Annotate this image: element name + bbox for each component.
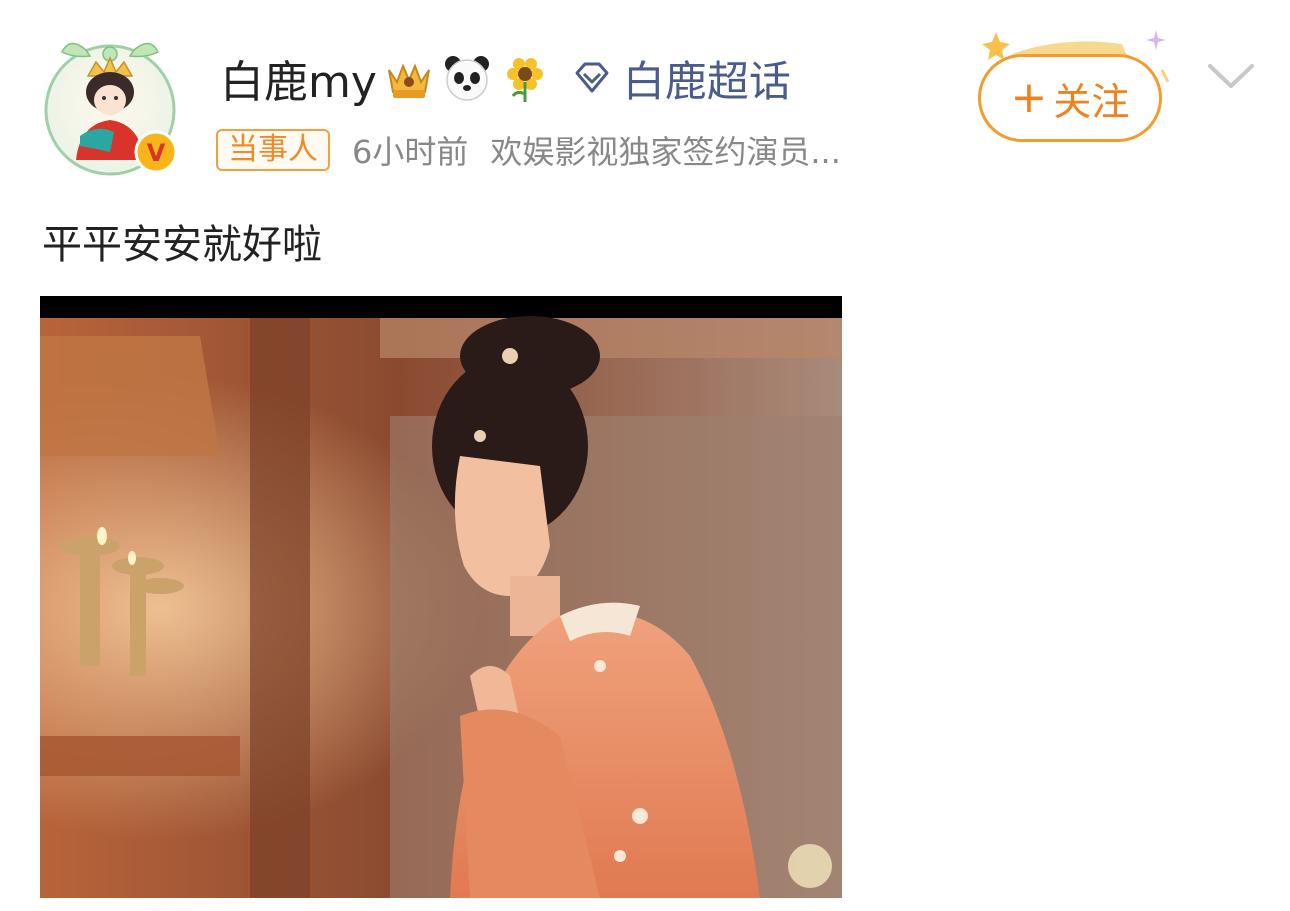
post-text: 平平安安就好啦 (42, 222, 322, 268)
post-time: 6小时前 (352, 133, 469, 171)
photo-woman-praying (40, 296, 842, 898)
name-row: 白鹿my 白鹿超话 (220, 48, 791, 108)
plus-icon: + (1010, 72, 1048, 123)
crown-badge-icon[interactable] (383, 52, 435, 104)
sunflower-icon[interactable] (499, 52, 551, 104)
supertopic-link[interactable]: 白鹿超话 (571, 48, 791, 109)
panda-icon[interactable] (441, 52, 493, 104)
username[interactable]: 白鹿my (220, 46, 377, 110)
svg-text:V: V (147, 139, 166, 167)
follow-label: 关注 (1053, 79, 1130, 124)
follow-area: + 关注 (972, 22, 1182, 152)
avatar-illustration: V (44, 42, 178, 176)
role-tag: 当事人 (216, 129, 330, 171)
follow-button[interactable]: + 关注 (978, 54, 1162, 142)
diamond-icon (575, 62, 609, 93)
meta-row: 当事人 6小时前 欢娱影视独家签约演员... (216, 128, 841, 172)
author-description: 欢娱影视独家签约演员... (490, 133, 841, 171)
avatar[interactable]: V (40, 28, 180, 180)
chevron-down-icon[interactable] (1204, 56, 1258, 96)
supertopic-label: 白鹿超话 (622, 56, 791, 106)
post-image[interactable] (40, 296, 842, 898)
